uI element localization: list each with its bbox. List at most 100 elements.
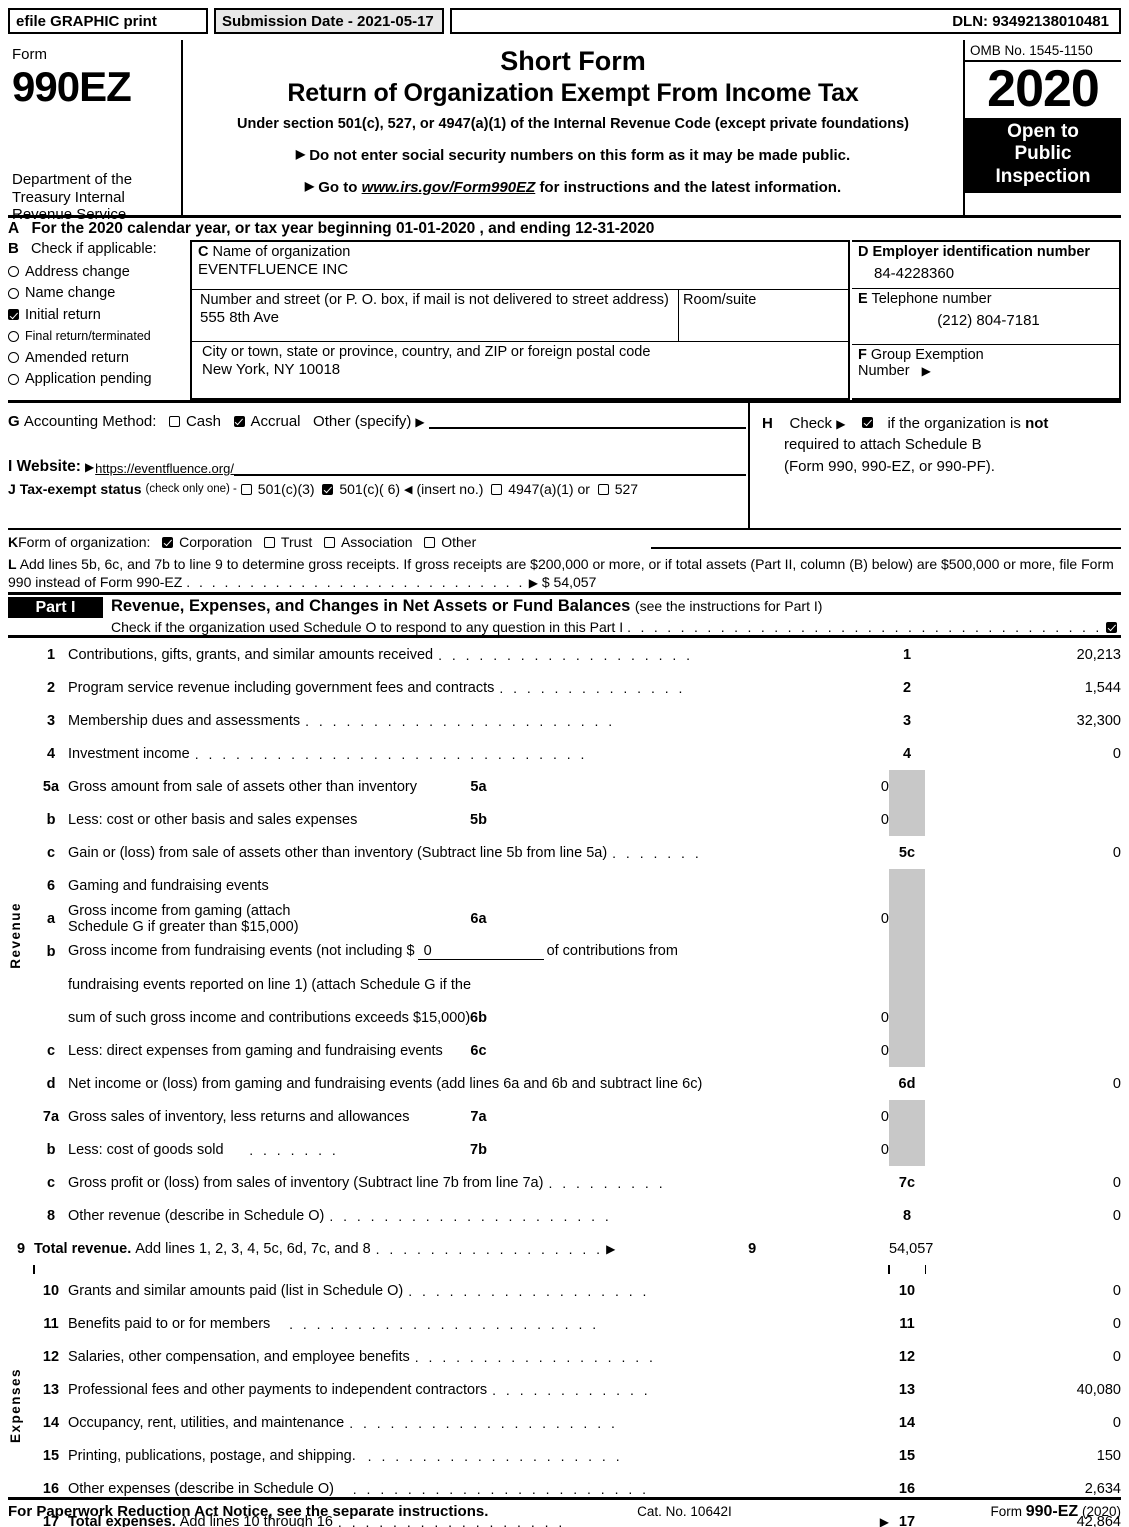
checkbox-checked-icon[interactable]: [162, 536, 174, 548]
checkbox-icon[interactable]: [323, 536, 335, 548]
line-description: Contributions, gifts, grants, and simila…: [68, 638, 889, 671]
section-i-website: I Website: ▶ https://eventfluence.org/: [8, 458, 746, 476]
inner-box-number: 6a: [470, 910, 487, 927]
checkbox-checked-icon[interactable]: [1106, 621, 1117, 633]
group-exemption-label: Group Exemption: [870, 347, 984, 363]
empty-amount-cell: [925, 1133, 1121, 1166]
form-of-org-other-input[interactable]: [651, 535, 1121, 549]
inner-amount: 0: [880, 910, 889, 927]
checkbox-icon[interactable]: [8, 352, 19, 364]
checkbox-icon[interactable]: [597, 483, 609, 495]
corporation-label: Corporation: [179, 534, 253, 550]
shaded-cell: [889, 869, 925, 902]
line-description: Grants and similar amounts paid (list in…: [68, 1274, 889, 1307]
other-specify-input[interactable]: [428, 414, 746, 429]
line-number: c: [46, 844, 56, 861]
line-description: sum of such gross income and contributio…: [68, 1001, 470, 1034]
checkbox-label: Application pending: [25, 371, 152, 388]
line-description: Gross amount from sale of assets other t…: [68, 770, 417, 803]
section-k-letter: K: [8, 534, 19, 550]
line-description: fundraising events reported on line 1) (…: [68, 968, 889, 1001]
table-row: d Net income or (loss) from gaming and f…: [8, 1067, 1121, 1100]
line-description: Less: cost or other basis and sales expe…: [68, 803, 357, 836]
line-label: Professional fees and other payments to …: [68, 1381, 488, 1398]
empty-amount-cell: [925, 1100, 1121, 1133]
line-label: Less: cost of goods sold: [68, 1141, 224, 1158]
checkbox-icon[interactable]: [8, 287, 19, 299]
empty-amount-cell: [925, 902, 1121, 935]
right-arrow-icon: ▶: [304, 179, 315, 193]
efile-print-label: efile GRAPHIC print: [8, 8, 208, 34]
shaded-cell: [889, 1100, 925, 1133]
line-amount: 20,213: [1076, 646, 1121, 663]
checkbox-checked-icon[interactable]: [862, 417, 874, 428]
line-label-continued: fundraising events reported on line 1) (…: [68, 976, 472, 993]
leader-dots: . . . . . . . . . . . . . . . . . . . . …: [627, 619, 1106, 635]
inner-box-number: 7b: [470, 1141, 487, 1158]
checkbox-amended-return[interactable]: Amended return: [8, 347, 188, 369]
line-description: Gain or (loss) from sale of assets other…: [68, 836, 889, 869]
checkbox-label: Address change: [25, 263, 130, 280]
line-description: Printing, publications, postage, and shi…: [68, 1439, 889, 1472]
checkbox-application-pending[interactable]: Application pending: [8, 369, 188, 391]
city-state-zip-cell: City or town, state or province, country…: [192, 342, 848, 398]
line-box-number: 11: [899, 1315, 915, 1332]
shaded-cell: [889, 770, 925, 803]
paperwork-reduction-notice: For Paperwork Reduction Act Notice, see …: [8, 1503, 489, 1520]
line-label: Salaries, other compensation, and employ…: [68, 1348, 410, 1365]
line-label: Less: direct expenses from gaming and fu…: [68, 1042, 443, 1059]
line-amount: 0: [1112, 1207, 1121, 1224]
expenses-side-label: Expenses: [8, 1368, 23, 1444]
checkbox-icon[interactable]: [8, 330, 19, 342]
empty-amount-cell: [925, 1001, 1121, 1034]
other-label: Other: [441, 534, 477, 550]
line-label-part-2: of contributions from: [546, 943, 678, 959]
checkbox-icon[interactable]: [424, 536, 436, 548]
checkbox-icon[interactable]: [8, 373, 19, 385]
checkbox-icon[interactable]: [240, 483, 252, 495]
form-number-footer: 990-EZ: [1025, 1502, 1079, 1520]
leader-dots: . . . . . . . . . . . . . . . . . .: [414, 1348, 656, 1365]
telephone-label-row: E Telephone number: [858, 291, 1119, 307]
option-4947a1-label: 4947(a)(1) or: [508, 481, 590, 497]
line-label: Add lines 1, 2, 3, 4, 5c, 6d, 7c, and 8: [135, 1240, 371, 1257]
option-527-label: 527: [614, 481, 639, 497]
expenses-side-label-cell: Expenses: [8, 1274, 34, 1527]
right-arrow-icon: ▶: [921, 364, 931, 378]
checkbox-checked-icon[interactable]: [8, 309, 19, 321]
section-l-gross-receipts: L Add lines 5b, 6c, and 7b to line 9 to …: [8, 555, 1121, 592]
gross-receipts-amount: $ 54,057: [541, 574, 597, 591]
privacy-notice-line: ▶ Do not enter social security numbers o…: [185, 147, 961, 164]
line-description: Total revenue. Add lines 1, 2, 3, 4, 5c,…: [34, 1232, 615, 1265]
section-f-letter: F: [858, 347, 867, 363]
checkbox-checked-icon[interactable]: [233, 416, 245, 427]
line-label: Membership dues and assessments: [68, 712, 301, 729]
line-label: Gaming and fundraising events: [68, 877, 269, 894]
line-number: 15: [42, 1447, 60, 1464]
accounting-method-label: Accounting Method:: [23, 413, 157, 430]
checkbox-icon[interactable]: [491, 483, 503, 495]
line-label: Gross sales of inventory, less returns a…: [68, 1108, 410, 1125]
omb-year-block: OMB No. 1545-1150 2020 Open to Public In…: [963, 40, 1121, 218]
line-box-number: 10: [898, 1282, 916, 1299]
goto-prefix: Go to: [318, 179, 358, 196]
website-value[interactable]: https://eventfluence.org/: [95, 461, 234, 476]
table-row: a Gross income from gaming (attach Sched…: [8, 902, 1121, 935]
shaded-cell: [889, 803, 925, 836]
checkbox-address-change[interactable]: Address change: [8, 261, 188, 283]
checkbox-initial-return[interactable]: Initial return: [8, 304, 188, 326]
line-label: Gross income from gaming (attach Schedul…: [68, 902, 299, 935]
checkbox-final-return-terminated[interactable]: Final return/terminated: [8, 326, 188, 348]
fundraising-contributions-input[interactable]: 0: [417, 943, 544, 960]
group-exemption-number-row: Number ▶: [858, 363, 1119, 379]
line-number: b: [46, 811, 56, 828]
checkbox-icon[interactable]: [8, 266, 19, 278]
checkbox-name-change[interactable]: Name change: [8, 283, 188, 305]
form-identity-block: Form 990EZ Department of the Treasury In…: [8, 40, 183, 223]
line-number: 6: [46, 877, 56, 894]
checkbox-icon[interactable]: [263, 536, 275, 548]
irs-form-link[interactable]: www.irs.gov/Form990EZ: [362, 179, 536, 196]
table-row: 11 Benefits paid to or for members . . .…: [8, 1307, 1121, 1340]
checkbox-checked-icon[interactable]: [322, 483, 334, 495]
checkbox-icon[interactable]: [168, 416, 180, 427]
